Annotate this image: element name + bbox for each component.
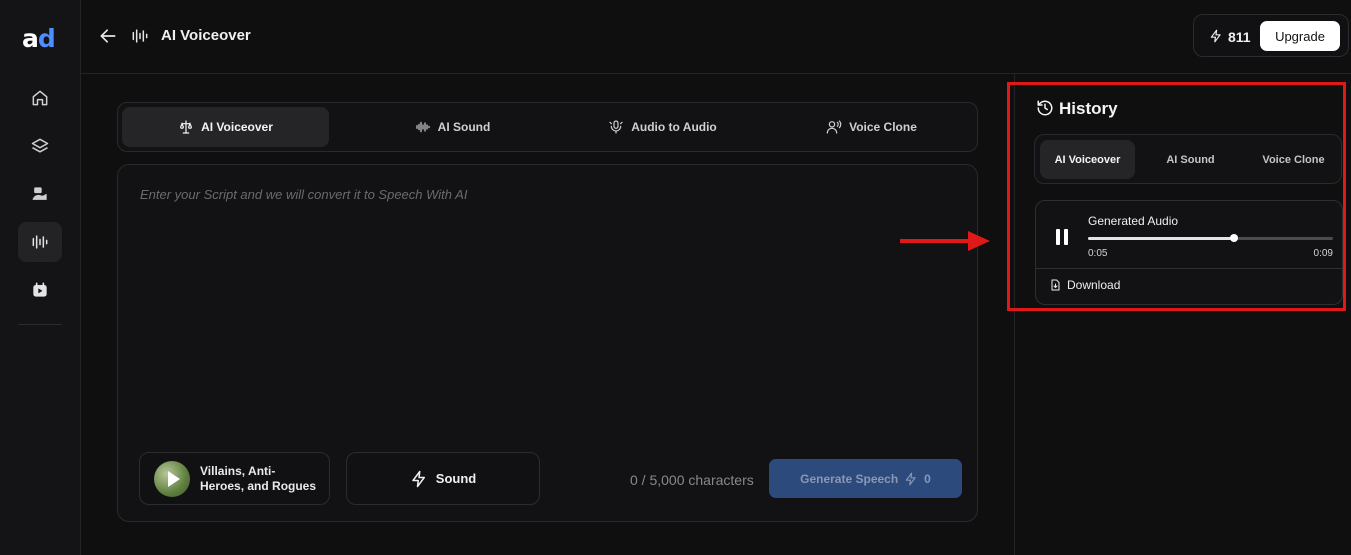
sound-wave-icon xyxy=(416,121,430,133)
generate-cost: 0 xyxy=(924,471,931,486)
tab-label: AI Sound xyxy=(437,120,491,134)
voice-avatar[interactable] xyxy=(154,461,190,497)
tab-ai-voiceover[interactable]: AI Voiceover xyxy=(122,107,329,147)
logo-letter-d: d xyxy=(37,24,56,53)
bolt-icon xyxy=(905,472,916,485)
waveform-icon xyxy=(32,235,48,249)
sidebar-item-voice[interactable] xyxy=(18,222,62,262)
generator-tabs: AI Voiceover AI Sound Audio to Audio Voi… xyxy=(117,102,978,152)
waveform-icon xyxy=(132,29,148,43)
generate-label: Generate Speech xyxy=(800,471,899,486)
play-icon xyxy=(168,471,180,487)
sidebar-divider xyxy=(18,324,62,325)
home-icon xyxy=(32,90,48,106)
upgrade-button[interactable]: Upgrade xyxy=(1260,21,1340,51)
credits-panel: 811 Upgrade xyxy=(1193,14,1349,57)
voice-select-button[interactable]: Villains, Anti-Heroes, and Rogues xyxy=(139,452,330,505)
generate-speech-button[interactable]: Generate Speech 0 xyxy=(769,459,962,498)
character-count: 0 / 5,000 characters xyxy=(630,472,754,488)
layers-icon xyxy=(31,138,49,153)
voiceover-icon xyxy=(180,120,193,134)
tab-voice-clone[interactable]: Voice Clone xyxy=(768,107,975,147)
sound-button[interactable]: Sound xyxy=(346,452,540,505)
voice-clone-icon xyxy=(826,120,842,134)
tab-ai-sound[interactable]: AI Sound xyxy=(349,107,556,147)
sound-label: Sound xyxy=(435,471,477,486)
bolt-icon xyxy=(412,470,425,487)
logo-letter-a: a xyxy=(22,24,39,53)
script-editor: Villains, Anti-Heroes, and Rogues Sound … xyxy=(117,164,978,522)
audio-to-audio-icon xyxy=(609,120,623,134)
tab-audio-to-audio[interactable]: Audio to Audio xyxy=(559,107,766,147)
script-input[interactable] xyxy=(140,187,960,447)
tab-label: Voice Clone xyxy=(849,120,917,134)
tab-label: Audio to Audio xyxy=(631,120,717,134)
top-bar: AI Voiceover xyxy=(81,0,1351,74)
highlight-box xyxy=(1007,82,1346,311)
back-arrow-icon[interactable] xyxy=(98,26,118,46)
voice-name: Villains, Anti-Heroes, and Rogues xyxy=(200,464,317,493)
media-icon xyxy=(33,282,47,297)
sidebar-item-layers[interactable] xyxy=(18,126,62,166)
sidebar: ad xyxy=(0,0,81,555)
ai-avatar-icon xyxy=(32,187,47,200)
tab-label: AI Voiceover xyxy=(201,120,273,134)
credits-count: 811 xyxy=(1228,29,1251,45)
sidebar-item-ai-avatar[interactable] xyxy=(18,174,62,214)
sidebar-item-media[interactable] xyxy=(18,270,62,310)
arrow-right-icon xyxy=(900,231,990,251)
sidebar-item-home[interactable] xyxy=(18,78,62,118)
bolt-icon xyxy=(1210,29,1221,43)
app-logo[interactable]: ad xyxy=(22,24,56,53)
page-title: AI Voiceover xyxy=(161,27,251,44)
